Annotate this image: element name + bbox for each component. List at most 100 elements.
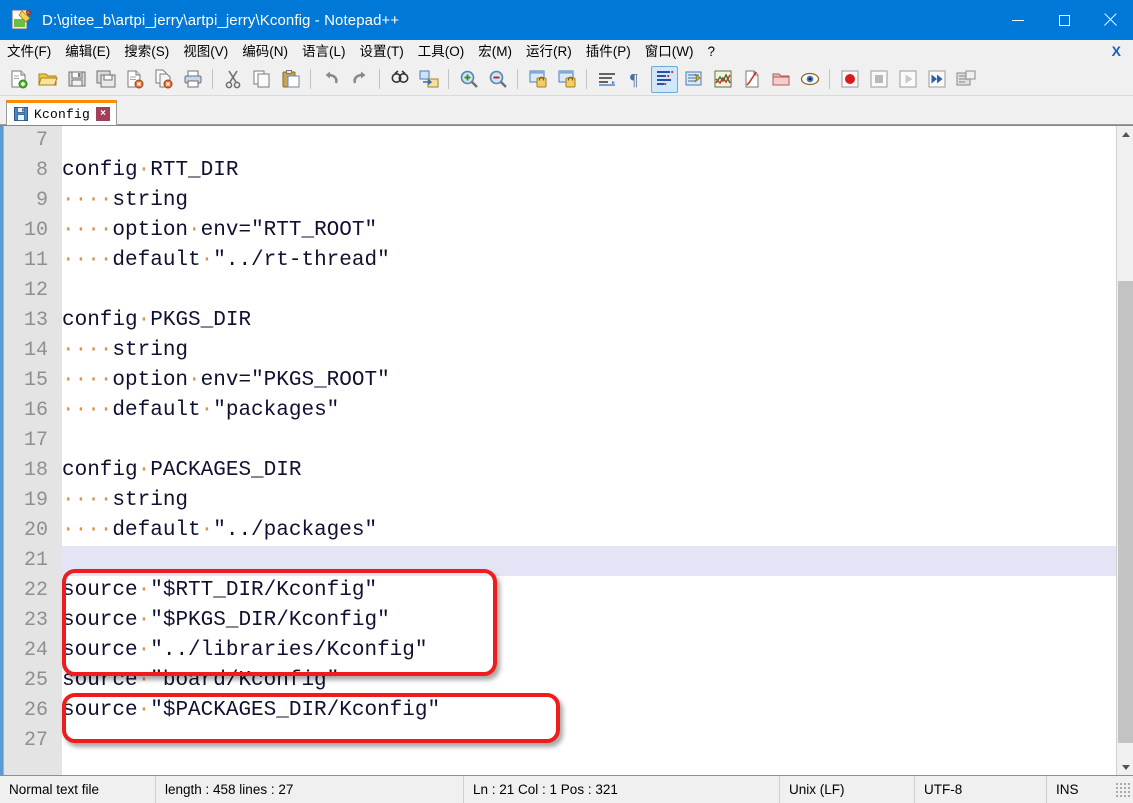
status-length-lines: length : 458 lines : 27 [156, 775, 464, 803]
redo-icon[interactable] [346, 66, 373, 93]
save-macro-icon[interactable] [952, 66, 979, 93]
code-line-current[interactable]: 21 [24, 546, 1116, 576]
show-all-characters-icon[interactable] [651, 65, 678, 93]
menu-run[interactable]: 运行(R) [519, 41, 579, 62]
code-line[interactable]: 8 config·RTT_DIR [36, 156, 1116, 186]
menu-language[interactable]: 语言(L) [295, 41, 353, 62]
record-macro-icon[interactable] [836, 66, 863, 93]
code-line[interactable]: 9 ····string [36, 186, 1116, 216]
scrollbar-thumb[interactable] [1118, 281, 1133, 743]
close-document-button[interactable]: X [1106, 41, 1133, 61]
word-wrap-icon[interactable] [593, 66, 620, 93]
close-file-icon[interactable] [121, 66, 148, 93]
code-line[interactable]: 27 [24, 726, 1116, 756]
code-lines[interactable]: 7 8 config·RTT_DIR 9 ····string 10 ····o… [24, 126, 1116, 775]
print-icon[interactable] [179, 66, 206, 93]
menu-file[interactable]: 文件(F) [0, 41, 58, 62]
stop-recording-icon[interactable] [865, 66, 892, 93]
toolbar: ¶ [0, 63, 1133, 96]
replace-icon[interactable] [415, 66, 442, 93]
toolbar-separator [212, 69, 213, 89]
line-number: 23 [23, 609, 48, 632]
code-line[interactable]: 13 config·PKGS_DIR [24, 306, 1116, 336]
menu-encoding[interactable]: 编码(N) [235, 41, 295, 62]
menu-macro[interactable]: 宏(M) [471, 41, 519, 62]
minimize-button[interactable] [995, 0, 1041, 40]
toolbar-separator [310, 69, 311, 89]
line-text: source·"$PKGS_DIR/Kconfig" [62, 609, 390, 632]
code-editor[interactable]: 7 8 config·RTT_DIR 9 ····string 10 ····o… [0, 125, 1133, 775]
document-map-icon[interactable] [738, 66, 765, 93]
code-line[interactable]: 22 source·"$RTT_DIR/Kconfig" [24, 576, 1116, 606]
code-line[interactable]: 17 [24, 426, 1116, 456]
code-line[interactable]: 14 ····string [24, 336, 1116, 366]
scroll-down-arrow-icon[interactable] [1117, 759, 1133, 775]
title-bar: D:\gitee_b\artpi_jerry\artpi_jerry\Kconf… [0, 0, 1133, 40]
code-line[interactable]: 7 [36, 126, 1116, 156]
code-line[interactable]: 18 config·PACKAGES_DIR [24, 456, 1116, 486]
window-controls [995, 0, 1133, 40]
saved-file-icon [14, 107, 28, 121]
menu-view[interactable]: 视图(V) [176, 41, 235, 62]
save-all-icon[interactable] [92, 66, 119, 93]
menu-settings[interactable]: 设置(T) [353, 41, 411, 62]
zoom-out-icon[interactable] [484, 66, 511, 93]
line-text: ····default·"../rt-thread" [62, 249, 390, 272]
monitoring-icon[interactable] [796, 66, 823, 93]
tab-label: Kconfig [34, 106, 91, 122]
code-line[interactable]: 23 source·"$PKGS_DIR/Kconfig" [24, 606, 1116, 636]
function-list-icon[interactable] [767, 66, 794, 93]
code-line[interactable]: 24 source·"../libraries/Kconfig" [24, 636, 1116, 666]
maximize-button[interactable] [1041, 0, 1087, 40]
indent-guide-icon[interactable] [680, 66, 707, 93]
code-line[interactable]: 19 ····string [24, 486, 1116, 516]
code-line[interactable]: 26 source·"$PACKAGES_DIR/Kconfig" [24, 696, 1116, 726]
run-macro-multiple-icon[interactable] [923, 66, 950, 93]
tab-bar: Kconfig × [0, 96, 1133, 125]
line-number: 27 [23, 729, 48, 752]
resize-grip-icon[interactable] [1115, 781, 1131, 798]
notepad-plus-plus-icon [10, 9, 32, 31]
line-number: 25 [23, 669, 48, 692]
undo-icon[interactable] [317, 66, 344, 93]
tab-close-icon[interactable]: × [96, 107, 111, 121]
menu-search[interactable]: 搜索(S) [117, 41, 176, 62]
code-line[interactable]: 11 ····default·"../rt-thread" [24, 246, 1116, 276]
menu-edit[interactable]: 编辑(E) [58, 41, 117, 62]
line-number: 24 [23, 639, 48, 662]
menu-help[interactable]: ? [700, 41, 722, 62]
find-icon[interactable] [386, 66, 413, 93]
menu-plugins[interactable]: 插件(P) [579, 41, 638, 62]
user-defined-language-icon[interactable] [709, 66, 736, 93]
close-button[interactable] [1087, 0, 1133, 40]
play-macro-icon[interactable] [894, 66, 921, 93]
line-text: config·PKGS_DIR [62, 309, 252, 332]
zoom-in-icon[interactable] [455, 66, 482, 93]
new-file-icon[interactable] [5, 66, 32, 93]
line-number: 12 [23, 279, 48, 302]
line-text: ····string [62, 489, 189, 512]
save-icon[interactable] [63, 66, 90, 93]
sync-horizontal-scroll-icon[interactable] [553, 66, 580, 93]
code-line[interactable]: 12 [24, 276, 1116, 306]
tab-kconfig[interactable]: Kconfig × [6, 100, 118, 125]
sync-vertical-scroll-icon[interactable] [524, 66, 551, 93]
scroll-up-arrow-icon[interactable] [1117, 126, 1133, 143]
menu-window[interactable]: 窗口(W) [638, 41, 701, 62]
line-number: 10 [23, 219, 48, 242]
code-line[interactable]: 25 source·"board/Kconfig" [24, 666, 1116, 696]
copy-icon[interactable] [248, 66, 275, 93]
cut-icon[interactable] [219, 66, 246, 93]
code-line[interactable]: 20 ····default·"../packages" [24, 516, 1116, 546]
paste-icon[interactable] [277, 66, 304, 93]
line-text: ····option·env="PKGS_ROOT" [62, 369, 390, 392]
code-line[interactable]: 10 ····option·env="RTT_ROOT" [24, 216, 1116, 246]
line-text: ····string [62, 339, 189, 362]
code-line[interactable]: 15 ····option·env="PKGS_ROOT" [24, 366, 1116, 396]
menu-tools[interactable]: 工具(O) [411, 41, 472, 62]
code-line[interactable]: 16 ····default·"packages" [24, 396, 1116, 426]
vertical-scrollbar[interactable] [1116, 126, 1133, 775]
open-file-icon[interactable] [34, 66, 61, 93]
show-formatting-icon[interactable]: ¶ [622, 66, 649, 93]
close-all-files-icon[interactable] [150, 66, 177, 93]
